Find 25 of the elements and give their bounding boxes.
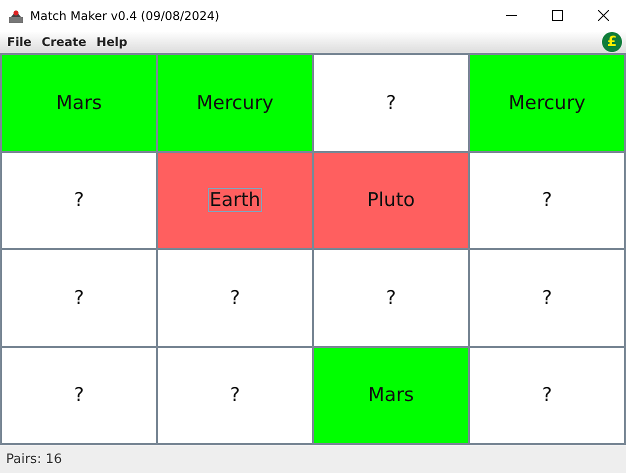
status-text: Pairs: 16 [6,452,62,466]
menu-item[interactable]: Help [91,35,132,49]
card[interactable]: Mars [314,348,468,443]
menu-item[interactable]: Create [36,35,92,49]
card[interactable]: Mars [2,55,156,150]
card[interactable]: Mercury [158,55,312,150]
app-icon [8,8,24,24]
card[interactable]: ? [314,55,468,150]
pound-coin-icon[interactable]: £ [602,32,622,52]
window-title: Match Maker v0.4 (09/08/2024) [30,8,220,22]
card[interactable]: ? [314,250,468,346]
card[interactable]: ? [470,152,624,248]
card[interactable]: ? [158,348,312,443]
card[interactable]: ? [2,250,156,346]
card[interactable]: ? [2,348,156,443]
close-icon [598,10,608,21]
card[interactable]: ? [158,250,312,346]
card[interactable]: Mercury [470,55,624,150]
card[interactable]: ? [470,348,624,443]
card[interactable]: ? [2,152,156,248]
card[interactable]: ? [470,250,624,346]
card[interactable]: Pluto [314,152,468,248]
maximize-icon [552,10,562,21]
menu-item[interactable]: File [2,35,37,49]
card[interactable]: Earth [158,152,312,248]
